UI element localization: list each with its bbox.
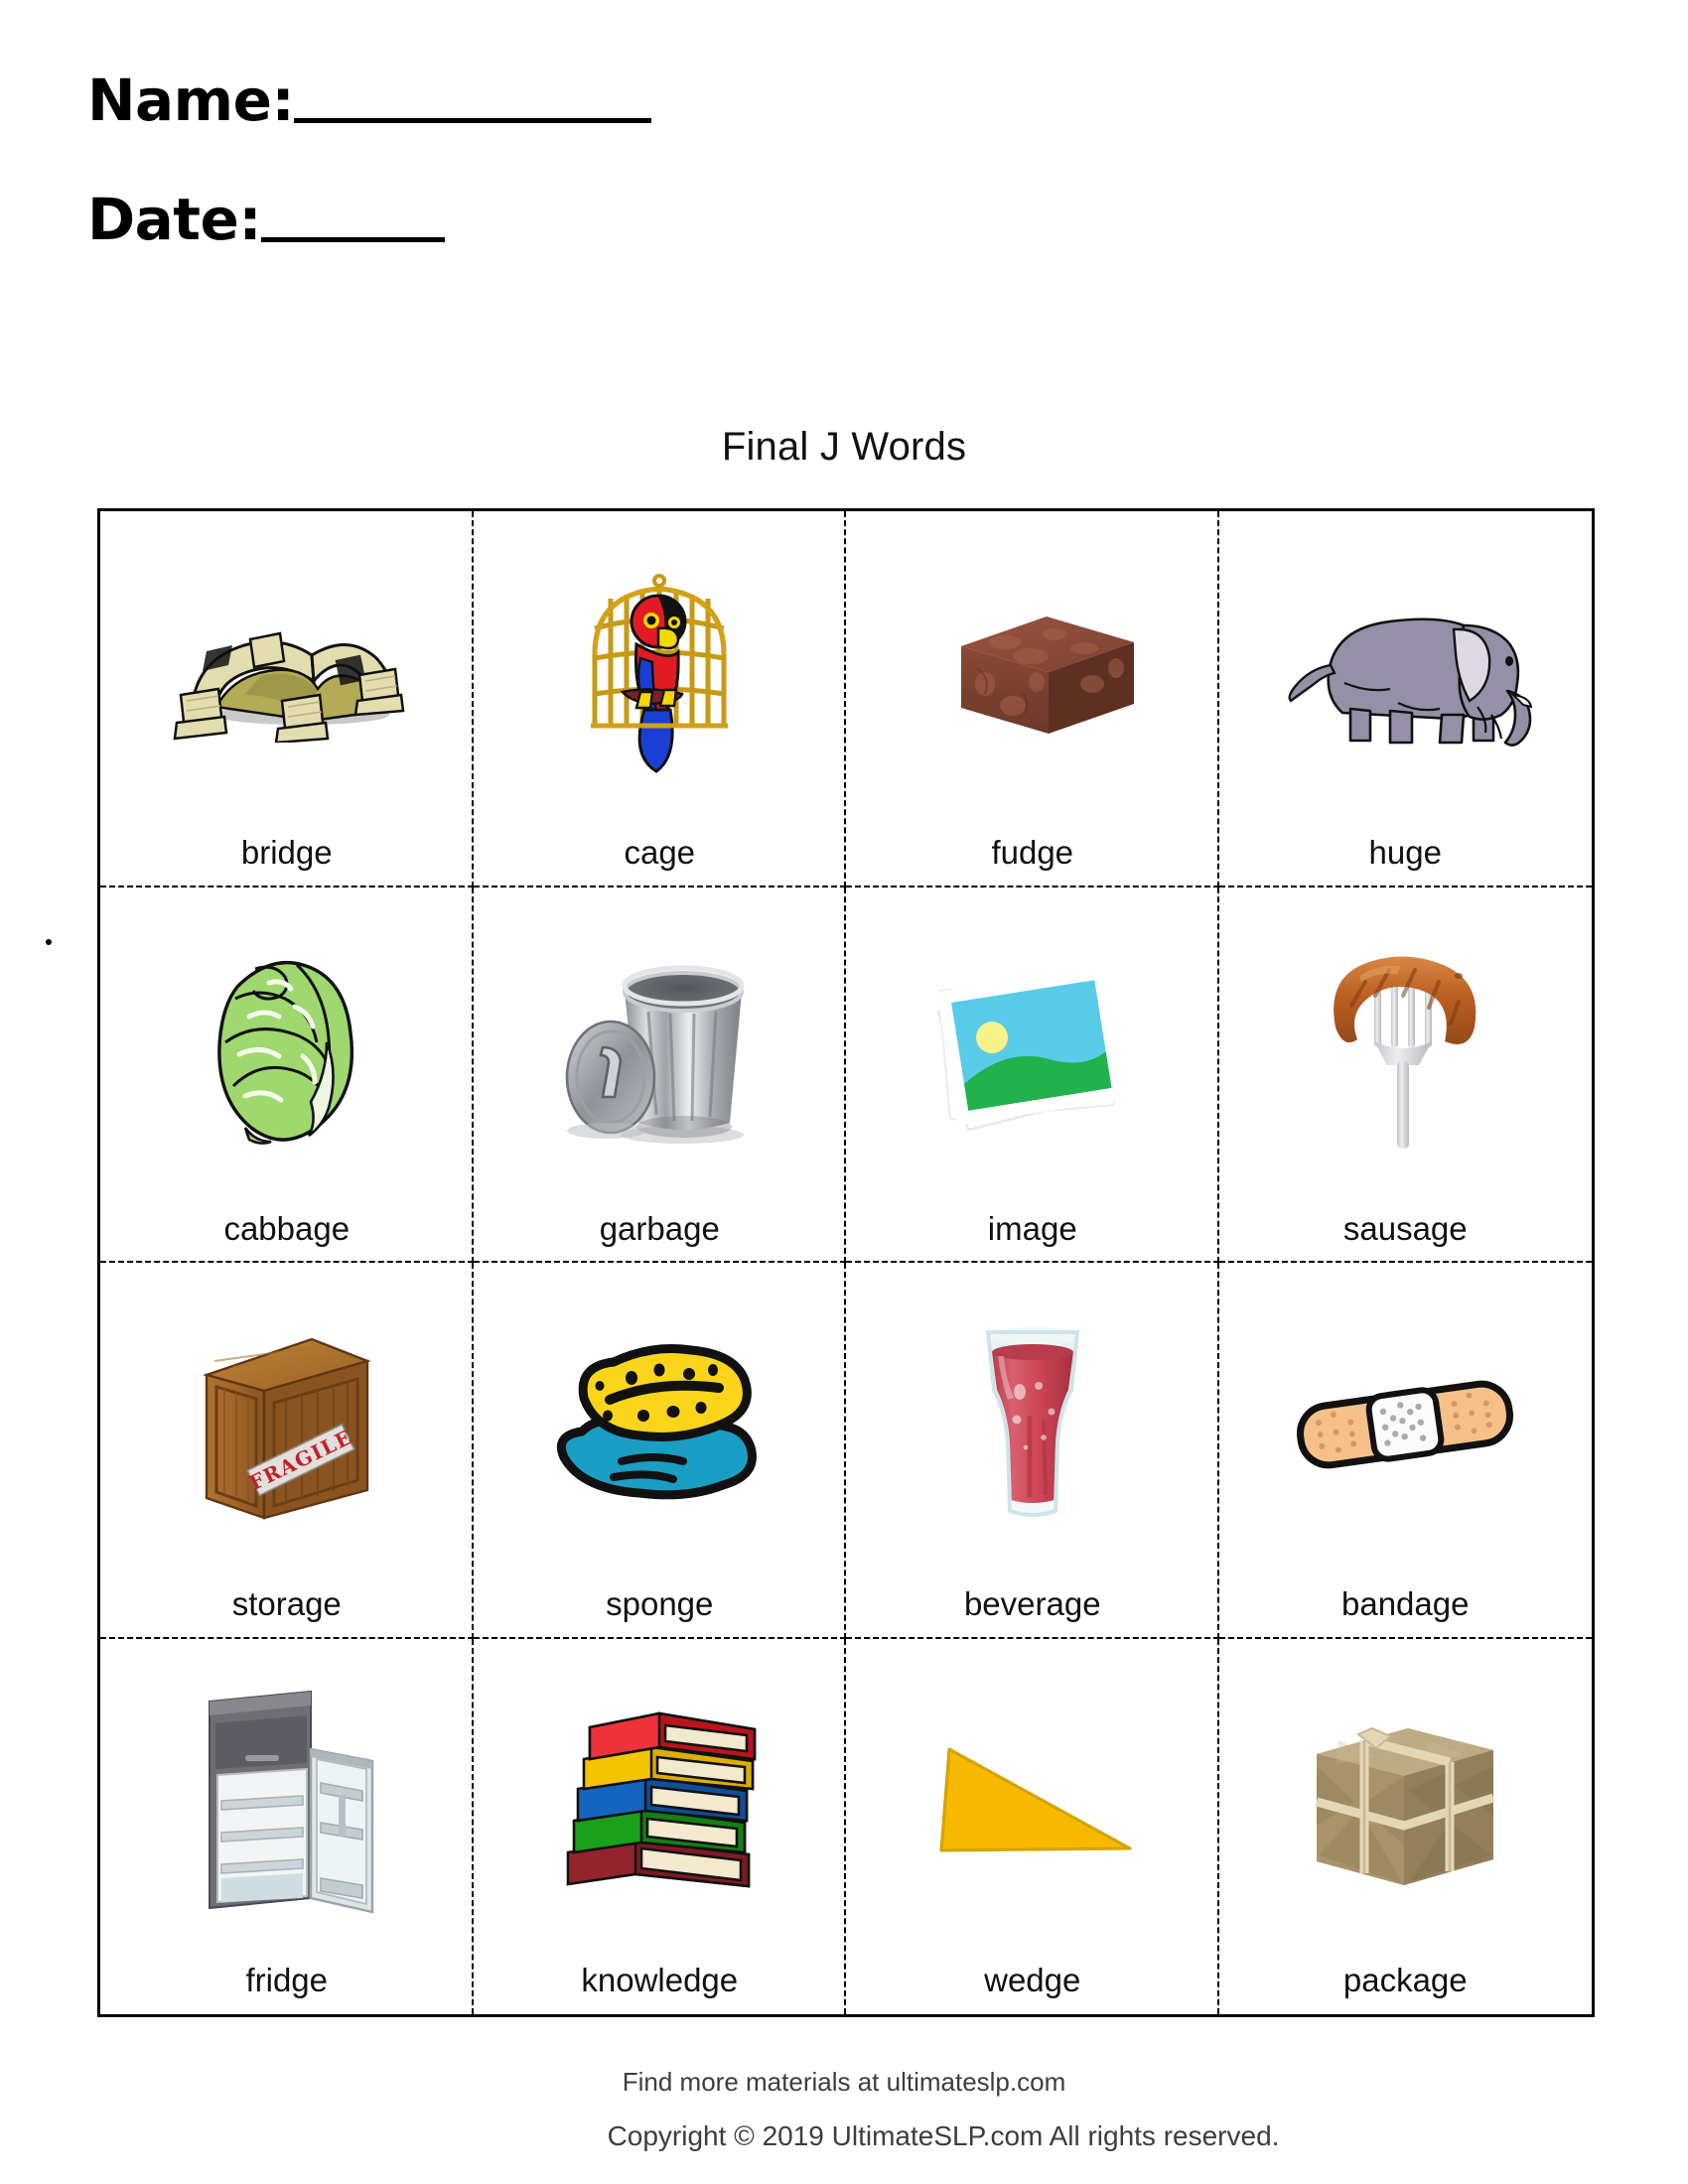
word-label: sausage bbox=[1342, 1209, 1468, 1247]
yellow-wedge-triangle-icon bbox=[846, 1639, 1219, 1963]
word-cell-fudge[interactable]: fudge bbox=[846, 511, 1219, 887]
word-label: image bbox=[987, 1209, 1077, 1247]
open-refrigerator-icon bbox=[100, 1639, 474, 1963]
word-cell-cage[interactable]: cage bbox=[473, 511, 847, 887]
name-blank-line[interactable] bbox=[294, 118, 652, 123]
word-label: wedge bbox=[984, 1961, 1081, 1998]
word-label: sponge bbox=[606, 1585, 714, 1623]
word-label: storage bbox=[231, 1585, 342, 1623]
stray-dot-mark bbox=[46, 939, 52, 945]
adhesive-bandage-icon bbox=[1219, 1263, 1593, 1586]
date-field[interactable]: Date: bbox=[87, 186, 446, 253]
word-label: bandage bbox=[1341, 1585, 1470, 1623]
stack-of-books-icon bbox=[474, 1639, 847, 1963]
sausage-on-fork-icon bbox=[1219, 887, 1593, 1211]
word-cell-sausage[interactable]: sausage bbox=[1218, 887, 1593, 1263]
date-label: Date: bbox=[87, 186, 262, 253]
name-label: Name: bbox=[87, 67, 295, 134]
word-picture-grid: bridge cage fudge huge cabbage garbage i… bbox=[97, 508, 1595, 2017]
word-cell-storage[interactable]: FRAGILE storage bbox=[100, 1263, 474, 1639]
word-label: cabbage bbox=[223, 1209, 351, 1247]
word-label: cage bbox=[624, 834, 696, 872]
word-label: huge bbox=[1368, 834, 1442, 872]
word-cell-bridge[interactable]: bridge bbox=[100, 511, 474, 887]
cabbage-icon bbox=[100, 887, 474, 1211]
word-cell-fridge[interactable]: fridge bbox=[100, 1638, 474, 2015]
glass-of-juice-icon bbox=[846, 1263, 1219, 1586]
photo-stack-icon bbox=[846, 887, 1219, 1211]
word-cell-bandage[interactable]: bandage bbox=[1218, 1263, 1593, 1639]
word-cell-beverage[interactable]: beverage bbox=[846, 1263, 1219, 1639]
word-cell-knowledge[interactable]: knowledge bbox=[474, 1638, 847, 2015]
word-label: fridge bbox=[245, 1961, 329, 1998]
birdcage-with-parrot-icon bbox=[474, 511, 847, 835]
word-label: package bbox=[1342, 1961, 1468, 1998]
word-label: beverage bbox=[963, 1585, 1101, 1623]
word-cell-huge[interactable]: huge bbox=[1218, 511, 1593, 887]
word-cell-sponge[interactable]: sponge bbox=[473, 1263, 847, 1639]
page-title: Final J Words bbox=[721, 425, 967, 469]
word-label: bridge bbox=[240, 834, 333, 872]
word-cell-wedge[interactable]: wedge bbox=[846, 1638, 1219, 2015]
fudge-block-icon bbox=[846, 511, 1219, 835]
elephant-icon bbox=[1219, 511, 1593, 835]
word-cell-package[interactable]: package bbox=[1219, 1639, 1593, 2015]
word-label: knowledge bbox=[581, 1961, 739, 1998]
footer-promo-text: Find more materials at ultimateslp.com bbox=[622, 2067, 1066, 2097]
wrapped-parcel-icon bbox=[1219, 1639, 1593, 1963]
sponge-with-water-icon bbox=[474, 1263, 847, 1586]
date-blank-line[interactable] bbox=[261, 237, 446, 242]
stone-arch-bridge-icon bbox=[100, 511, 474, 835]
word-cell-image[interactable]: image bbox=[846, 887, 1219, 1263]
word-cell-garbage[interactable]: garbage bbox=[473, 887, 847, 1263]
word-label: fudge bbox=[991, 834, 1074, 872]
word-label: garbage bbox=[599, 1209, 720, 1247]
worksheet-page: Name: Date: Final J Words bridge cage fu… bbox=[0, 0, 1688, 2184]
name-field[interactable]: Name: bbox=[87, 67, 652, 134]
trash-can-icon bbox=[474, 887, 847, 1211]
fragile-wooden-crate-icon: FRAGILE bbox=[100, 1263, 474, 1586]
footer-copyright-text: Copyright © 2019 UltimateSLP.com All rig… bbox=[607, 2120, 1280, 2151]
word-cell-cabbage[interactable]: cabbage bbox=[100, 887, 474, 1263]
